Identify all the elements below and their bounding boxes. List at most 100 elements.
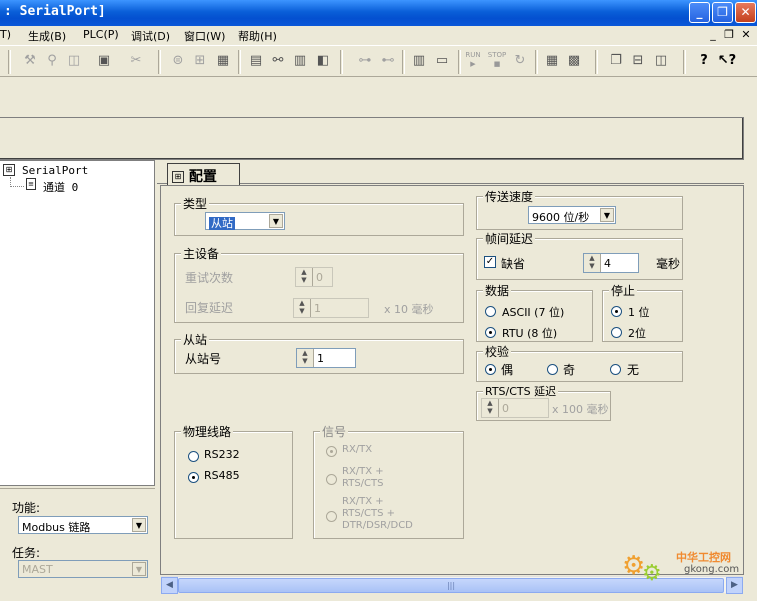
context-help-icon[interactable]: ↖? <box>717 51 737 71</box>
screen-icon[interactable]: ▭ <box>432 51 452 71</box>
reply-delay-unit: x 10 毫秒 <box>384 303 434 316</box>
signal-legend: 信号 <box>320 423 349 440</box>
spinner-arrows-icon[interactable]: ▲ ▼ <box>294 299 311 317</box>
rs232-radio[interactable] <box>188 451 199 462</box>
rtscts-value: 0 <box>502 402 509 415</box>
reply-delay-label: 回复延迟 <box>185 301 234 315</box>
rs485-radio[interactable] <box>188 472 199 483</box>
spinner-arrows-icon[interactable]: ▲ ▼ <box>297 349 314 367</box>
ladder-icon[interactable]: ▤ <box>246 51 266 71</box>
function-select[interactable]: Modbus 链路 ▼ <box>18 516 148 534</box>
slave-no-spinner[interactable]: ▲ ▼ 1 <box>296 348 356 368</box>
menu-tools[interactable]: T) <box>0 28 11 41</box>
minimize-button[interactable]: _ <box>689 2 710 23</box>
spinner-arrows-icon[interactable]: ▲ ▼ <box>296 268 313 286</box>
rs232-label: RS232 <box>204 448 240 461</box>
retry-spinner[interactable]: ▲ ▼ 0 <box>295 267 333 287</box>
signal-dtr-radio[interactable] <box>326 511 337 522</box>
parity-group: 校验 偶 奇 无 <box>476 343 683 382</box>
tree-connector <box>10 186 24 187</box>
mdi-close-button[interactable]: ✕ <box>739 28 753 41</box>
parity-legend: 校验 <box>483 343 512 360</box>
binoculars-icon[interactable]: ⚯ <box>268 51 288 71</box>
rtu-radio[interactable] <box>485 327 496 338</box>
parity-none-label: 无 <box>627 363 640 377</box>
frame-delay-spinner[interactable]: ▲ ▼ 4 <box>583 253 639 273</box>
data-legend: 数据 <box>483 282 512 299</box>
physical-line-group: 物理线路 RS232 RS485 <box>174 423 293 539</box>
menu-build[interactable]: 生成(B) <box>28 28 66 44</box>
tree-channel-label[interactable]: 通道 0 <box>43 179 78 195</box>
stop-1-radio[interactable] <box>611 306 622 317</box>
menu-debug[interactable]: 调试(D) <box>131 28 170 44</box>
grid-icon[interactable]: ⊞ <box>190 51 210 71</box>
table-icon[interactable]: ▦ <box>213 51 233 71</box>
zoom-icon[interactable]: ◫ <box>64 51 84 71</box>
cut-icon[interactable]: ✂ <box>126 51 146 71</box>
signal-rxtx-radio[interactable] <box>326 446 337 457</box>
signal-group: 信号 RX/TX RX/TX + RTS/CTS RX/TX + RTS/CTS… <box>313 423 464 539</box>
menu-window[interactable]: 窗口(W) <box>184 28 225 44</box>
project-tree[interactable]: ⊞ SerialPort ≡ 通道 0 <box>0 160 155 486</box>
rtscts-spinner[interactable]: ▲ ▼ 0 <box>481 398 549 418</box>
rs485-label: RS485 <box>204 469 240 482</box>
chevron-down-icon: ▼ <box>269 214 283 228</box>
plc-icon[interactable]: ▥ <box>409 51 429 71</box>
frame-delay-unit: 毫秒 <box>656 257 681 271</box>
parity-odd-radio[interactable] <box>547 364 558 375</box>
default-checkbox[interactable]: ✓ <box>484 256 496 268</box>
tile-v-icon[interactable]: ◫ <box>651 51 671 71</box>
list-icon[interactable]: ▥ <box>290 51 310 71</box>
run-icon[interactable]: RUN ▶ <box>463 51 483 71</box>
speed-select[interactable]: 9600 位/秒 ▼ <box>528 206 616 224</box>
reply-delay-spinner[interactable]: ▲ ▼ 1 <box>293 298 369 318</box>
tree-root-label[interactable]: SerialPort <box>22 164 88 177</box>
close-button[interactable]: ✕ <box>735 2 756 23</box>
scroll-left-icon[interactable]: ◀ <box>161 577 178 594</box>
chip-icon[interactable]: ▩ <box>564 51 584 71</box>
tile-h-icon[interactable]: ⊟ <box>628 51 648 71</box>
network2-icon[interactable]: ⊷ <box>378 51 398 71</box>
menu-bar: T) 生成(B) PLC(P) 调试(D) 窗口(W) 帮助(H) _ ❐ ✕ <box>0 26 757 45</box>
tab-strip: ⊞ 配置 <box>157 160 744 185</box>
mdi-minimize-button[interactable]: _ <box>706 28 720 41</box>
wrench-icon[interactable]: ⚒ <box>20 51 40 71</box>
parity-even-radio[interactable] <box>485 364 496 375</box>
io-icon[interactable]: ▦ <box>542 51 562 71</box>
config-icon: ⊞ <box>172 171 184 183</box>
stop-2-radio[interactable] <box>611 327 622 338</box>
type-select[interactable]: 从站 ▼ <box>205 212 285 230</box>
window-icon[interactable]: ◧ <box>313 51 333 71</box>
spinner-arrows-icon[interactable]: ▲ ▼ <box>482 399 499 417</box>
task-value: MAST <box>22 563 53 576</box>
ascii-label: ASCII (7 位) <box>502 306 565 319</box>
type-value: 从站 <box>209 217 235 230</box>
stop-icon[interactable]: STOP ■ <box>487 51 507 71</box>
restore-button[interactable]: ❐ <box>712 2 733 23</box>
stop-bits-group: 停止 1 位 2位 <box>602 282 683 342</box>
network-icon[interactable]: ⊶ <box>355 51 375 71</box>
parity-even-label: 偶 <box>501 363 514 377</box>
mdi-restore-button[interactable]: ❐ <box>722 28 736 41</box>
menu-help[interactable]: 帮助(H) <box>238 28 277 44</box>
toolbar-separator <box>402 50 405 74</box>
retry-label: 重试次数 <box>185 271 234 285</box>
toolbar: ⚒ ⚲ ◫ ▣ ✂ ⊜ ⊞ ▦ ▤ ⚯ ▥ ◧ ⊶ ⊷ ▥ ▭ RUN ▶ STO… <box>0 45 757 77</box>
tab-config[interactable]: ⊞ 配置 <box>167 163 240 185</box>
watermark: ⚙ ⚙ 中华工控网 gkong.com <box>622 547 752 587</box>
toolbar-separator <box>458 50 461 74</box>
monitor-icon[interactable]: ▣ <box>94 51 114 71</box>
cascade-icon[interactable]: ❐ <box>606 51 626 71</box>
spinner-arrows-icon[interactable]: ▲ ▼ <box>584 254 601 272</box>
menu-plc[interactable]: PLC(P) <box>83 28 119 41</box>
parity-none-radio[interactable] <box>610 364 621 375</box>
stop-legend: 停止 <box>609 282 638 299</box>
help-icon[interactable]: ? <box>694 51 714 71</box>
layers-icon[interactable]: ⊜ <box>168 51 188 71</box>
signal-rtscts-radio[interactable] <box>326 474 337 485</box>
refresh-icon[interactable]: ↻ <box>510 51 530 71</box>
watermark-line2: gkong.com <box>684 564 740 575</box>
task-select[interactable]: MAST ▼ <box>18 560 148 578</box>
search-icon[interactable]: ⚲ <box>42 51 62 71</box>
ascii-radio[interactable] <box>485 306 496 317</box>
